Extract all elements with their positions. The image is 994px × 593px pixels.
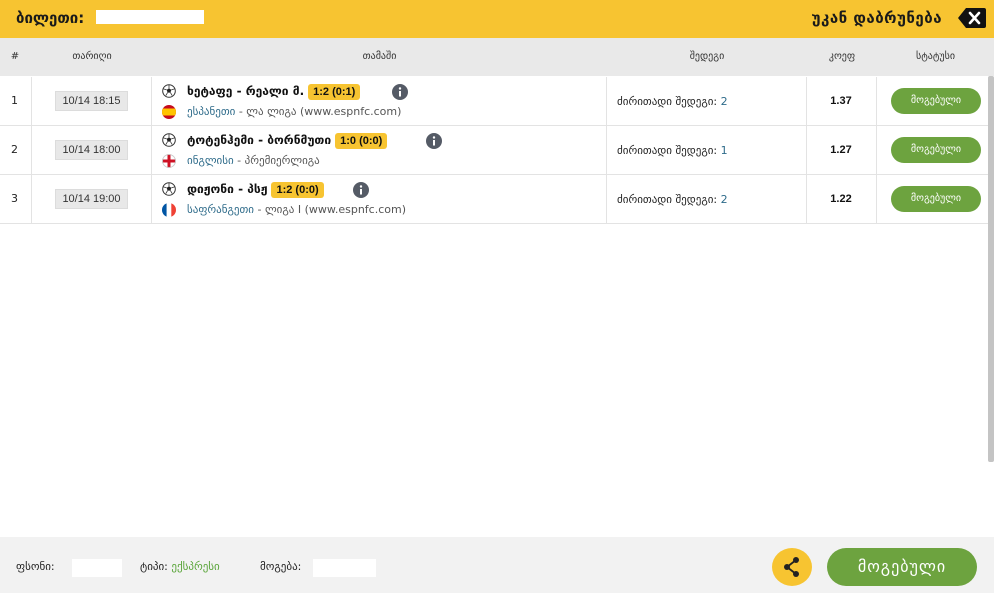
match-outcome: ძირითადი შედეგი: 1 [617,144,728,157]
column-status: სტატუსი [915,51,955,62]
column-odds: კოეფ [828,51,856,62]
column-divider [876,77,877,224]
ticket-header: ბილეთი: უკან დაბრუნება [0,0,994,38]
soccer-ball-icon [162,182,176,196]
table-row: 2 10/14 18:00 ტოტენჰემი - ბორნმუთი 1:0 (0… [0,126,994,175]
england-flag-icon [162,154,176,168]
ticket-footer: ფსონი: ტიპი: ექსპრესი მოგება: მოგებული [0,537,994,593]
column-date: თარიღი [72,51,112,62]
column-number: # [10,51,20,62]
stake-value-redacted [72,559,122,577]
match-odds: 1.22 [830,193,852,205]
spain-flag-icon [162,105,176,119]
country-link[interactable]: საფრანგეთი [187,203,254,216]
match-odds: 1.37 [830,95,852,107]
bet-type: ტიპი: ექსპრესი [140,560,220,573]
match-date: 10/14 18:15 [55,91,128,111]
table-row: 3 10/14 19:00 დიჟონი - პსჟ 1:2 (0:0) საფრ… [0,175,994,224]
table-header: # თარიღი თამაში შედეგი კოეფ სტატუსი [0,38,994,76]
soccer-ball-icon [162,84,176,98]
share-button[interactable] [772,548,812,586]
column-divider [606,77,607,224]
column-outcome: შედეგი [689,51,725,62]
info-icon[interactable] [353,182,369,198]
match-league: ესპანეთი - ლა ლიგა (www.espnfc.com) [187,105,402,118]
match-teams: ტოტენჰემი - ბორნმუთი 1:0 (0:0) [187,133,388,149]
status-badge: მოგებული [891,137,981,163]
match-outcome: ძირითადი შედეგი: 2 [617,193,728,206]
match-outcome: ძირითადი შედეგი: 2 [617,95,728,108]
row-number: 3 [11,192,18,205]
match-date: 10/14 19:00 [55,189,128,209]
win-label: მოგება: [260,560,302,573]
column-divider [31,77,32,224]
status-badge: მოგებული [891,186,981,212]
country-link[interactable]: ინგლისი [187,154,234,167]
share-icon [784,557,799,577]
country-link[interactable]: ესპანეთი [187,105,235,118]
match-score: 1:2 (0:1) [308,84,361,100]
info-icon[interactable] [392,84,408,100]
match-league: საფრანგეთი - ლიგა I (www.espnfc.com) [187,203,406,216]
column-divider [151,77,152,224]
match-date: 10/14 18:00 [55,140,128,160]
soccer-ball-icon [162,133,176,147]
status-badge: მოგებული [891,88,981,114]
match-league: ინგლისი - პრემიერლიგა [187,154,320,167]
table-row: 1 10/14 18:15 ხეტაფე - რეალი მ. 1:2 (0:1)… [0,77,994,126]
column-divider [806,77,807,224]
scrollbar[interactable] [988,76,994,462]
match-teams: ხეტაფე - რეალი მ. 1:2 (0:1) [187,84,361,100]
won-status-button[interactable]: მოგებული [827,548,977,586]
row-number: 2 [11,143,18,156]
ticket-label: ბილეთი: [16,9,85,27]
back-button[interactable]: უკან დაბრუნება [812,9,942,27]
stake-label: ფსონი: [16,560,55,573]
row-number: 1 [11,94,18,107]
match-odds: 1.27 [830,144,852,156]
ticket-id-redacted [96,10,204,24]
win-value-redacted [313,559,376,577]
info-icon[interactable] [426,133,442,149]
column-game: თამაში [362,51,397,62]
france-flag-icon [162,203,176,217]
match-score: 1:0 (0:0) [335,133,388,149]
match-score: 1:2 (0:0) [271,182,324,198]
close-icon[interactable] [958,8,986,28]
match-teams: დიჟონი - პსჟ 1:2 (0:0) [187,182,324,198]
